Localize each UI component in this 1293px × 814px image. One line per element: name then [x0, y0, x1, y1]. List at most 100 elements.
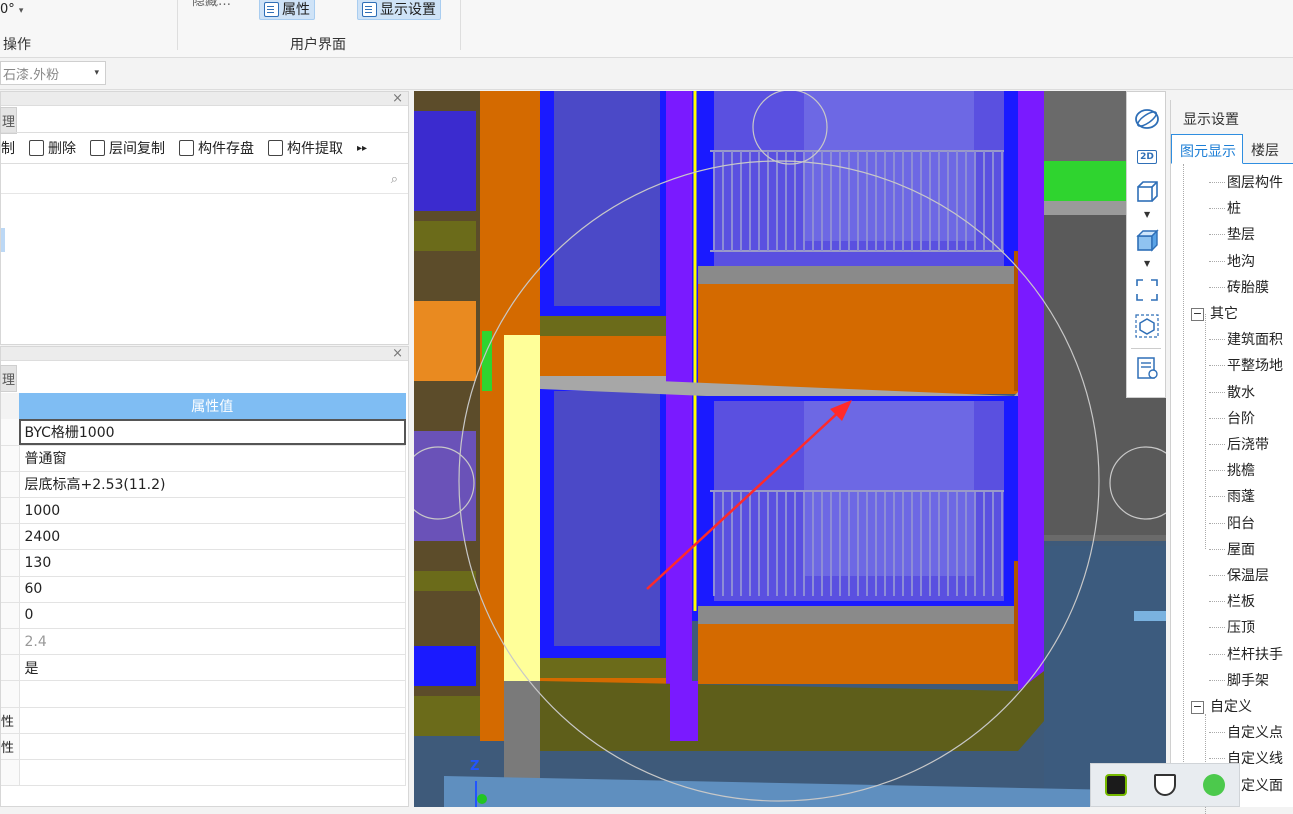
property-value-cell[interactable] — [19, 733, 406, 760]
table-row[interactable] — [1, 680, 406, 708]
component-extract-button[interactable]: 构件提取 — [268, 138, 343, 158]
3d-viewport[interactable]: Z — [414, 91, 1166, 807]
property-value-cell[interactable] — [19, 680, 406, 708]
tree-item[interactable]: 图层构件 — [1227, 172, 1283, 192]
property-value-cell[interactable] — [19, 759, 406, 787]
table-row[interactable]: 是 — [1, 654, 406, 682]
tree-item[interactable]: 雨蓬 — [1227, 486, 1255, 506]
collapse-icon[interactable]: − — [1191, 308, 1204, 321]
angle-dropdown[interactable]: 0° ▾ — [0, 2, 23, 17]
tree-item[interactable]: 屋面 — [1227, 539, 1255, 559]
table-row[interactable]: 性 — [1, 733, 406, 760]
security-shield-icon[interactable] — [1153, 774, 1176, 796]
property-value-cell[interactable]: 2400 — [19, 523, 406, 551]
orbit-icon[interactable] — [1133, 105, 1161, 133]
tree-item-label: 地沟 — [1227, 253, 1255, 270]
table-row[interactable]: 层底标高+2.53(11.2) — [1, 471, 406, 499]
tree-item[interactable]: 栏板 — [1227, 591, 1255, 611]
solid-cube-icon[interactable] — [1133, 227, 1161, 255]
tree-item[interactable]: 自定义点 — [1227, 722, 1283, 742]
display-settings-icon[interactable] — [1133, 354, 1161, 382]
property-value-cell[interactable]: 普通窗 — [19, 445, 406, 472]
table-row[interactable]: 性 — [1, 707, 406, 734]
tree-connector — [1209, 339, 1225, 341]
tree-item-label: 雨蓬 — [1227, 489, 1255, 506]
table-row[interactable]: 0 — [1, 602, 406, 630]
copy-button[interactable]: 制 — [1, 138, 15, 158]
partial-label: 隐藏… — [192, 0, 232, 9]
tree-item[interactable]: 散水 — [1227, 382, 1255, 402]
more-tools-icon[interactable]: ▸▸ — [357, 143, 367, 154]
tree-item[interactable]: 保温层 — [1227, 565, 1269, 585]
table-row[interactable]: 60 — [1, 576, 406, 603]
close-icon[interactable]: × — [392, 91, 403, 106]
tab-property-manage[interactable]: 理 — [0, 365, 18, 392]
property-value-cell[interactable]: 层底标高+2.53(11.2) — [19, 471, 406, 499]
view-2d-button[interactable]: 2D — [1133, 143, 1161, 171]
table-row[interactable]: BYC格栅1000 — [1, 419, 406, 446]
tree-item[interactable]: 阳台 — [1227, 513, 1255, 533]
tree-item[interactable]: 挑檐 — [1227, 460, 1255, 480]
tree-item[interactable]: 垫层 — [1227, 224, 1255, 244]
tree-item[interactable]: 地沟 — [1227, 251, 1255, 271]
tree-item[interactable]: 台阶 — [1227, 408, 1255, 428]
property-value-cell[interactable]: 是 — [19, 654, 406, 682]
tab-element-display[interactable]: 图元显示 — [1171, 134, 1243, 164]
tree-guide-line — [1205, 314, 1206, 549]
table-row[interactable]: 普通窗 — [1, 445, 406, 472]
tree-item[interactable]: 平整场地 — [1227, 355, 1283, 375]
chevron-down-icon[interactable]: ▼ — [1144, 210, 1150, 219]
tree-item[interactable]: 脚手架 — [1227, 670, 1269, 690]
tree-connector — [1209, 286, 1225, 288]
fullscreen-icon[interactable] — [1133, 276, 1161, 304]
view-3d-cube-icon[interactable] — [1133, 178, 1161, 206]
floor-copy-button[interactable]: 层间复制 — [90, 138, 165, 158]
property-value-cell[interactable]: BYC格栅1000 — [19, 419, 406, 446]
table-row[interactable]: 130 — [1, 549, 406, 577]
select-box-icon[interactable] — [1133, 312, 1161, 340]
delete-button[interactable]: 删除 — [29, 138, 76, 158]
table-row[interactable]: 1000 — [1, 497, 406, 525]
table-row[interactable]: 2.4 — [1, 628, 406, 656]
building-model[interactable] — [414, 91, 1166, 807]
selected-item-marker[interactable] — [1, 228, 5, 252]
property-value-cell[interactable] — [19, 707, 406, 734]
component-save-button[interactable]: 构件存盘 — [179, 138, 254, 158]
attribute-button[interactable]: 属性 — [259, 0, 315, 20]
tree-item[interactable]: 后浇带 — [1227, 434, 1269, 454]
material-select[interactable]: 石漆.外粉 ▾ — [0, 61, 106, 85]
nvidia-icon[interactable] — [1104, 774, 1127, 796]
tree-connector — [1209, 653, 1225, 655]
tree-group[interactable]: − 自定义 — [1191, 696, 1252, 716]
material-select-value: 石漆.外粉 — [3, 67, 60, 83]
search-input[interactable]: ⌕ — [1, 168, 408, 194]
tree-group[interactable]: − 其它 — [1191, 303, 1238, 323]
ribbon-separator — [177, 0, 178, 50]
tree-item[interactable]: 建筑面积 — [1227, 329, 1283, 349]
wechat-icon[interactable] — [1203, 774, 1226, 796]
property-name-cell: 性 — [1, 707, 20, 734]
tree-item[interactable]: 压顶 — [1227, 617, 1255, 637]
tab-component-manage[interactable]: 理 — [0, 107, 18, 134]
trash-icon — [29, 140, 44, 156]
tree-item[interactable]: 桩 — [1227, 198, 1241, 218]
chevron-down-icon[interactable]: ▼ — [1144, 259, 1150, 268]
property-value-cell[interactable]: 0 — [19, 602, 406, 630]
table-row[interactable]: 2400 — [1, 523, 406, 551]
tree-item[interactable]: 栏杆扶手 — [1227, 644, 1283, 664]
property-value-cell[interactable]: 60 — [19, 576, 406, 603]
tree-item-label: 自定义点 — [1227, 725, 1283, 742]
property-value-cell[interactable]: 2.4 — [19, 628, 406, 656]
display-settings-button[interactable]: 显示设置 — [357, 0, 441, 20]
tree-item-label: 栏杆扶手 — [1227, 646, 1283, 663]
property-value-cell[interactable]: 1000 — [19, 497, 406, 525]
collapse-icon[interactable]: − — [1191, 701, 1204, 714]
property-name-cell — [1, 576, 20, 603]
close-icon[interactable]: × — [392, 346, 403, 361]
property-value-cell[interactable]: 130 — [19, 549, 406, 577]
tree-item[interactable]: 砖胎膜 — [1227, 277, 1269, 297]
table-row[interactable] — [1, 759, 406, 787]
secondary-toolbar — [0, 58, 1293, 90]
tab-floor[interactable]: 楼层 — [1243, 134, 1285, 163]
tree-item-label: 栏板 — [1227, 594, 1255, 611]
